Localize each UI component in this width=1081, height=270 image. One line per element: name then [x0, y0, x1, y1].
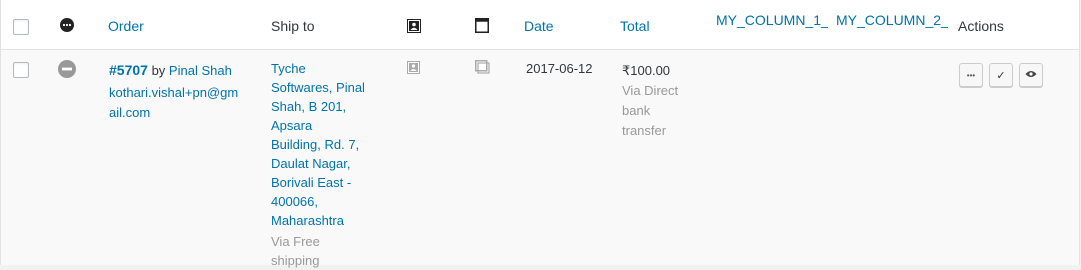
- ship-to-line: Maharashtra: [271, 213, 344, 228]
- ship-to-address-link[interactable]: Tyche Softwares, Pinal Shah, B 201, Apsa…: [271, 59, 386, 230]
- ship-to-cell: Tyche Softwares, Pinal Shah, B 201, Apsa…: [271, 59, 386, 270]
- ship-to-line: Softwares, Pinal: [271, 80, 365, 95]
- table-row: #5707 by Pinal Shah kothari.vishal+pn@gm…: [1, 50, 1079, 268]
- view-order-button[interactable]: [1019, 63, 1043, 87]
- order-number-link[interactable]: #5707: [109, 62, 148, 78]
- order-date: 2017-06-12: [526, 61, 593, 76]
- ship-via-line: shipping: [271, 253, 320, 268]
- more-actions-button[interactable]: •••: [959, 63, 983, 87]
- column-header-order[interactable]: Order: [108, 18, 144, 34]
- column-header-ship-to: Ship to: [271, 18, 315, 34]
- payment-method-line: transfer: [622, 123, 667, 138]
- ship-via-line: Via Free: [271, 234, 320, 249]
- customer-email-line2: ail.com: [109, 105, 151, 120]
- complete-order-button[interactable]: ✓: [989, 63, 1013, 87]
- billing-address-icon: [407, 61, 420, 74]
- payment-method-line: bank: [622, 103, 651, 118]
- status-on-hold-icon: [58, 60, 76, 78]
- shipping-window-icon: [475, 18, 489, 33]
- shipping-window-icon: [475, 60, 490, 74]
- column-header-my-column-1[interactable]: MY_COLUMN_1_T: [716, 12, 828, 28]
- customer-email[interactable]: kothari.vishal+pn@gm ail.com: [109, 83, 254, 123]
- table-header: Order Ship to Date Total MY_COLUMN_1_T M…: [1, 0, 1079, 50]
- order-by-text: by: [151, 63, 166, 78]
- ship-to-line: Daulat Nagar,: [271, 156, 351, 171]
- ship-to-line: Building, Rd. 7,: [271, 137, 360, 152]
- payment-method-line: Via Direct: [622, 83, 679, 98]
- select-all-checkbox[interactable]: [13, 19, 29, 35]
- order-cell: #5707 by Pinal Shah kothari.vishal+pn@gm…: [109, 60, 254, 123]
- column-header-my-column-2[interactable]: MY_COLUMN_2_T: [836, 12, 948, 28]
- ship-to-line: Shah, B 201,: [271, 99, 347, 114]
- more-dots-icon: •••: [966, 70, 976, 80]
- ship-to-line: Tyche: [271, 61, 306, 76]
- customer-name-link[interactable]: Pinal Shah: [169, 63, 232, 78]
- total-cell: ₹100.00 Via Direct bank transfer: [622, 61, 712, 141]
- row-select-checkbox[interactable]: [13, 62, 29, 78]
- column-header-actions: Actions: [958, 18, 1004, 34]
- column-header-total[interactable]: Total: [620, 18, 650, 34]
- ellipsis-circle-icon: [60, 18, 74, 32]
- order-total: ₹100.00: [622, 63, 671, 78]
- orders-table: Order Ship to Date Total MY_COLUMN_1_T M…: [0, 0, 1080, 268]
- ship-to-line: Borivali East -: [271, 175, 352, 190]
- column-header-date[interactable]: Date: [524, 18, 554, 34]
- ship-to-line: Apsara: [271, 118, 313, 133]
- billing-address-icon: [407, 19, 421, 33]
- customer-email-line1: kothari.vishal+pn@gm: [109, 85, 239, 100]
- ship-to-line: 400066,: [271, 194, 318, 209]
- check-icon: ✓: [996, 69, 1006, 82]
- view-eye-icon: [1025, 70, 1037, 81]
